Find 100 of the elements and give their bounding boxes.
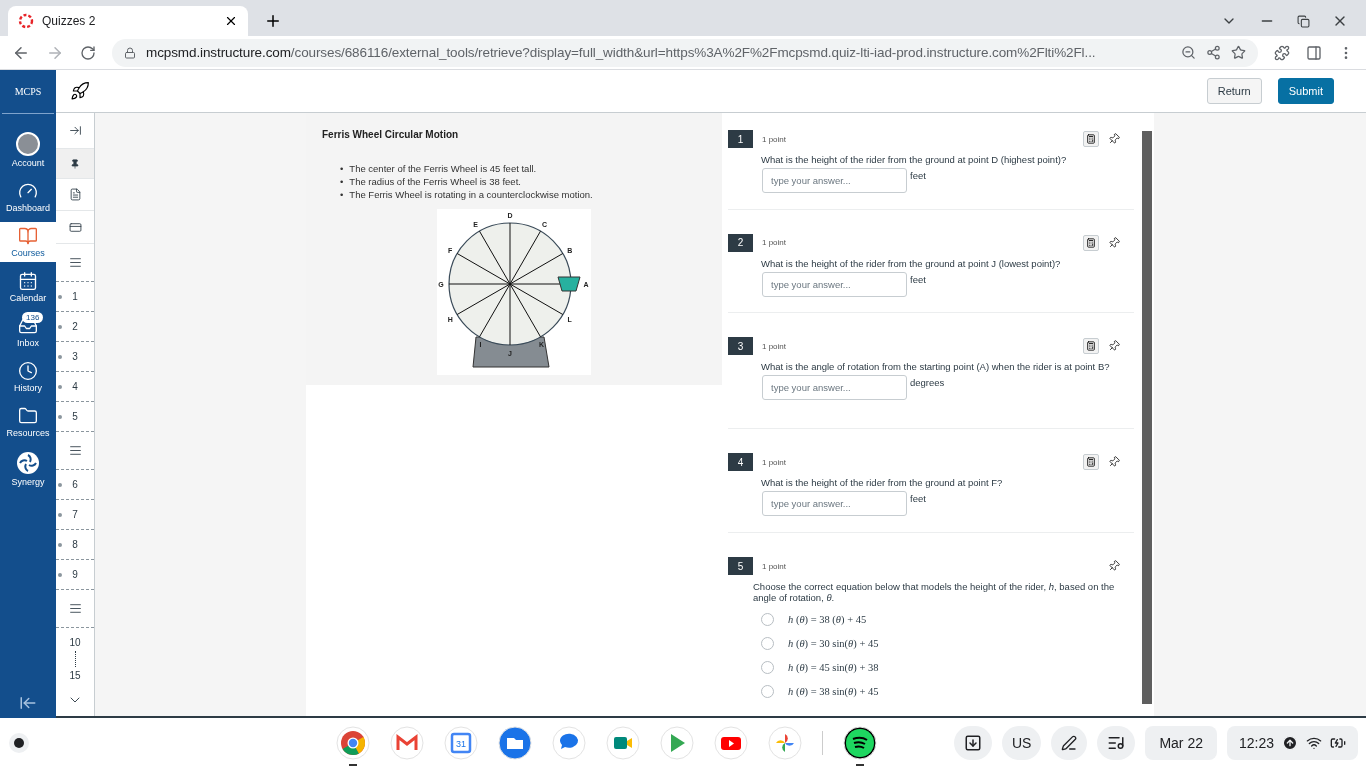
bookmark-star-icon[interactable] — [1231, 45, 1246, 60]
browser-icon[interactable] — [336, 726, 371, 760]
holding-space-button[interactable] — [953, 726, 992, 760]
address-bar[interactable]: mcpsmd.instructure.com/courses/686116/external_tools/retrieve?display=full_width&url=https%3A%2F%2Fmcpsmd.quiz-lti-iad-prod.instructure.com%2Flti%2Fl... — [112, 38, 1258, 67]
close-tab-icon[interactable] — [224, 14, 238, 28]
video-camera-icon[interactable] — [606, 726, 641, 760]
school-logo[interactable]: MCPS — [2, 70, 54, 114]
unit-text: feet — [910, 169, 926, 181]
answer-field[interactable]: type your answer... — [762, 491, 907, 517]
status-area[interactable]: 12:23 — [1226, 726, 1358, 760]
download-tray-icon[interactable] — [963, 734, 982, 752]
nav-item[interactable]: Calendar — [0, 267, 56, 307]
collapse-icon[interactable] — [19, 694, 37, 712]
folder-icon[interactable] — [498, 726, 533, 760]
equation-text: h (θ) = 30 sin(θ) + 45 — [788, 638, 879, 649]
stylus-button[interactable] — [1051, 726, 1088, 760]
unread-count-badge: 136 — [22, 312, 44, 323]
passage-title: Ferris Wheel Circular Motion — [322, 129, 460, 140]
question-number: 3 — [728, 337, 753, 356]
radio-button[interactable] — [761, 637, 774, 650]
pen-icon[interactable] — [1061, 735, 1078, 751]
question-link[interactable]: 9 — [72, 569, 78, 580]
question-link[interactable]: 1 — [72, 291, 78, 302]
nav-label: Dashboard — [6, 203, 50, 213]
avatar-icon — [16, 132, 40, 156]
battery-icon — [1330, 735, 1346, 751]
unit-text: feet — [910, 492, 926, 505]
nav-item[interactable]: Resources — [0, 402, 56, 442]
nav-label: Courses — [11, 248, 45, 258]
radio-button[interactable] — [761, 685, 774, 698]
question-link[interactable]: 7 — [72, 509, 78, 520]
nav-item[interactable]: Courses — [0, 222, 56, 262]
list-icon[interactable] — [68, 602, 82, 615]
reload-icon[interactable] — [80, 44, 96, 61]
question-link[interactable]: 8 — [72, 539, 78, 550]
nav-item[interactable]: History — [0, 357, 56, 397]
launcher-icon[interactable] — [8, 732, 30, 754]
equation-text: h (θ) = 45 sin(θ) + 38 — [788, 662, 879, 673]
bullet-marker: • — [340, 188, 344, 201]
wifi-icon — [1306, 735, 1322, 751]
clock-text: 12:23 — [1238, 735, 1274, 751]
browser-tab[interactable]: Quizzes 2 — [8, 6, 248, 36]
pinwheel-icon[interactable] — [768, 726, 803, 760]
scrollbar[interactable] — [1142, 131, 1152, 704]
list-icon[interactable] — [68, 256, 82, 269]
question-link[interactable]: 3 — [72, 351, 78, 362]
nav-label: Account — [11, 158, 45, 168]
nav-item[interactable]: 136 Inbox — [0, 312, 56, 352]
bullet-marker: • — [340, 162, 344, 175]
question-link[interactable]: 6 — [72, 479, 78, 490]
zoom-out-icon[interactable] — [1181, 45, 1196, 60]
header-button[interactable]: Return — [1206, 78, 1262, 104]
nav-item[interactable]: Account — [0, 128, 56, 172]
points-text: 1 point — [762, 341, 788, 351]
question-link[interactable]: 10 — [69, 637, 81, 648]
radio-button[interactable] — [761, 613, 774, 626]
bullet-text: The Ferris Wheel is rotating in a counterclockwise motion. — [349, 188, 593, 201]
radio-button[interactable] — [761, 661, 774, 674]
question-link[interactable]: 2 — [72, 321, 78, 332]
folder-icon — [18, 406, 38, 426]
pin-icon[interactable] — [70, 158, 80, 169]
question-number: 4 — [728, 453, 753, 472]
new-tab-icon[interactable] — [264, 12, 282, 30]
lock-icon — [124, 46, 136, 59]
question-number: 5 — [728, 557, 753, 575]
extensions-icon[interactable] — [1274, 44, 1290, 61]
question-link[interactable]: 4 — [72, 381, 78, 392]
video-play-icon[interactable] — [714, 726, 749, 760]
date-button[interactable]: Mar 22 — [1145, 726, 1217, 760]
nav-item[interactable]: Synergy — [0, 447, 56, 491]
mail-icon[interactable] — [390, 726, 425, 760]
keyboard-layout-button[interactable]: US — [1001, 726, 1042, 760]
expand-icon[interactable] — [68, 124, 82, 137]
document-icon[interactable] — [68, 188, 82, 201]
playlist-icon[interactable] — [1107, 734, 1126, 752]
calendar-icon[interactable]: 31 — [444, 726, 479, 760]
url-text: mcpsmd.instructure.com/courses/686116/external_tools/retrieve?display=full_width&url=https%3A%2F%2Fmcpsmd.quiz-lti-iad-prod.instructure.com%2Flti%2Fl... — [146, 45, 1097, 60]
media-button[interactable] — [1097, 726, 1136, 760]
rocket-icon — [70, 81, 90, 101]
nav-item[interactable]: Dashboard — [0, 177, 56, 217]
nav-label: Inbox — [17, 338, 39, 348]
share-icon[interactable] — [1206, 45, 1221, 60]
side-panel-icon[interactable] — [1306, 44, 1322, 61]
answer-field[interactable]: type your answer... — [762, 271, 907, 297]
question-link[interactable]: 5 — [72, 411, 78, 422]
answer-field[interactable]: type your answer... — [762, 375, 907, 401]
nav-label: Resources — [6, 428, 50, 438]
list-icon[interactable] — [68, 444, 82, 457]
restore-icon[interactable] — [1297, 14, 1310, 28]
music-app-icon[interactable] — [843, 726, 878, 760]
bullet-text: The radius of the Ferris Wheel is 38 feet. — [349, 175, 521, 188]
card-icon[interactable] — [68, 220, 82, 234]
chat-bubble-icon[interactable] — [552, 726, 587, 760]
clock-icon — [18, 361, 38, 381]
answer-field[interactable]: type your answer... — [762, 168, 907, 193]
header-button[interactable]: Submit — [1277, 78, 1334, 104]
question-number: 1 — [728, 130, 753, 148]
nav-label: Calendar — [9, 293, 47, 303]
play-icon[interactable] — [660, 726, 695, 760]
question-link[interactable]: 15 — [69, 670, 81, 681]
